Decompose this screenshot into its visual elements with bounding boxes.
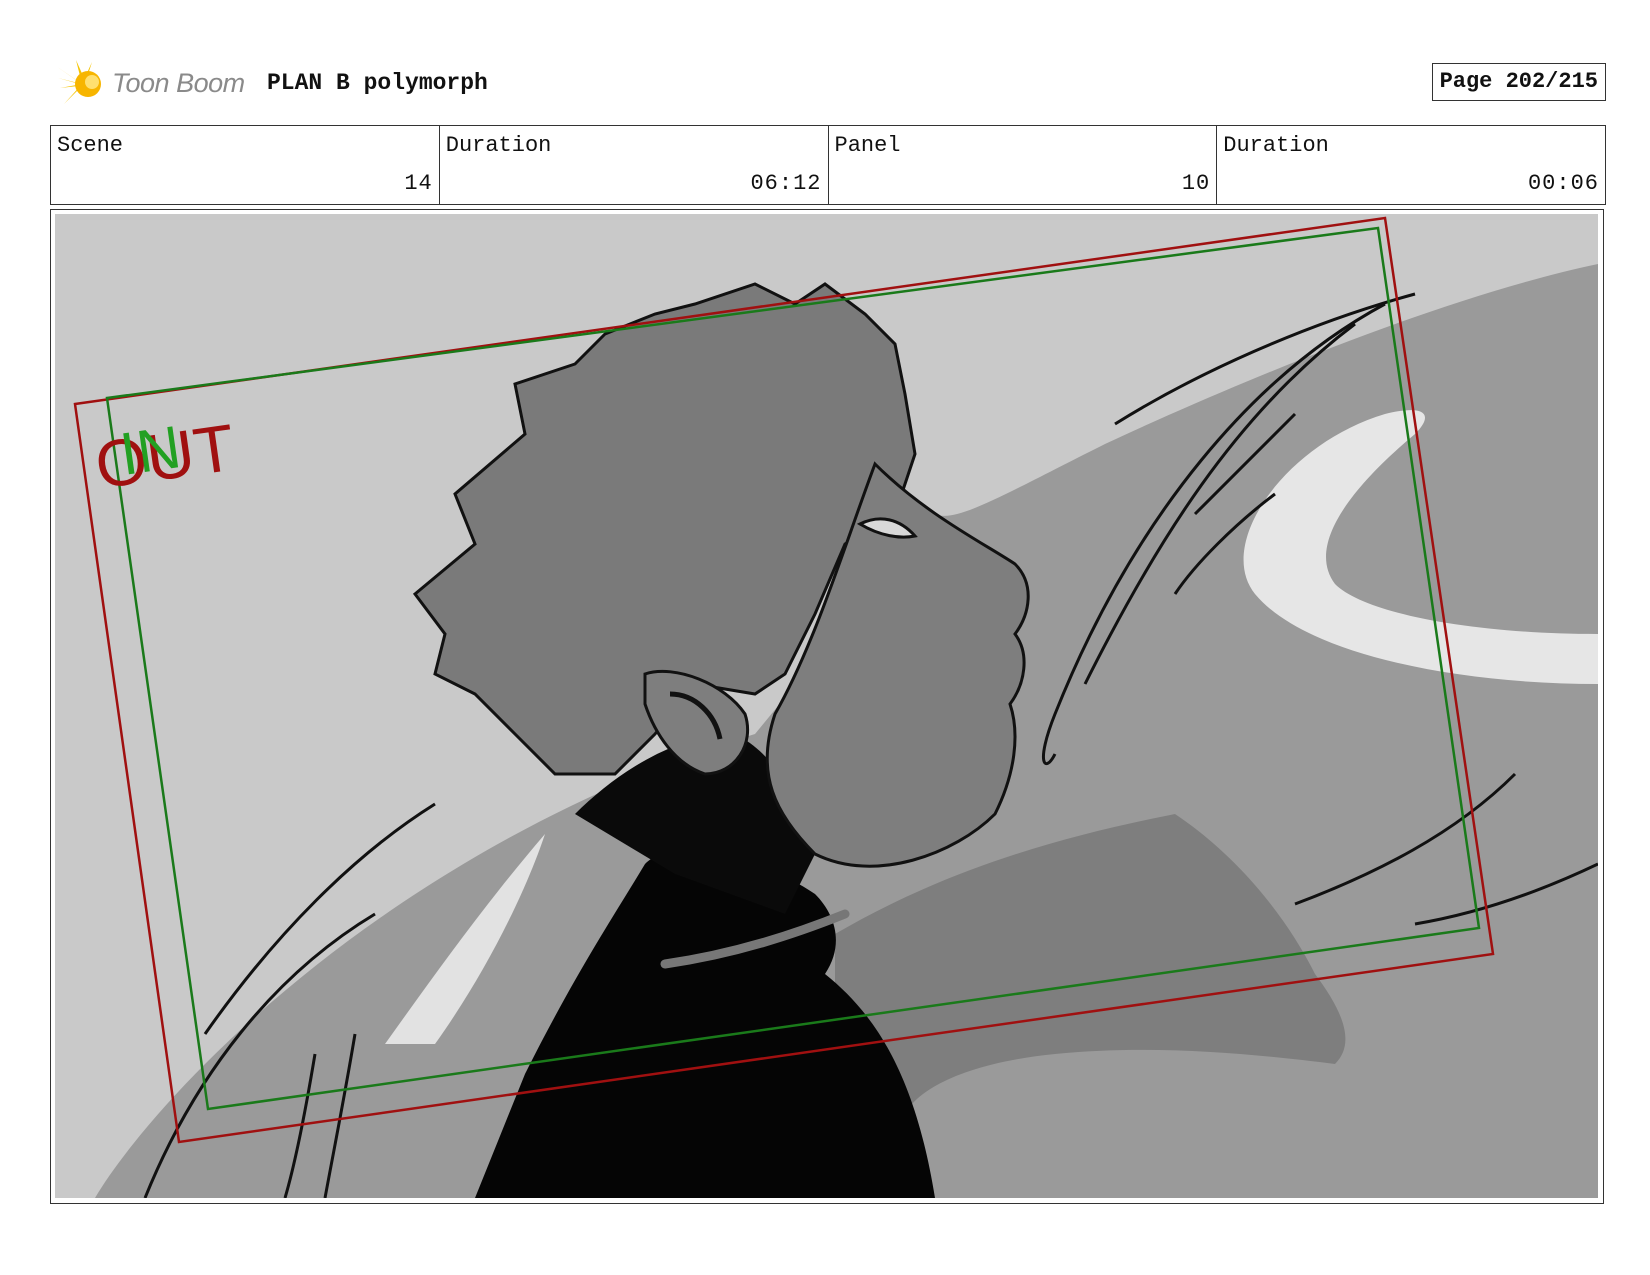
toon-boom-logo: Toon Boom [54,58,254,110]
page-header: Toon Boom PLAN B polymorph Page 202/215 [50,56,1606,112]
page-number: Page 202/215 [1431,63,1606,101]
panel-cell: Panel 10 [829,126,1218,204]
panel-drawing: OUT IN [55,214,1598,1198]
scene-duration-cell: Duration 06:12 [440,126,829,204]
scene-label: Scene [57,133,124,158]
panel-duration-cell: Duration 00:06 [1217,126,1605,204]
starburst-icon [56,60,101,104]
scene-info-table: Scene 14 Duration 06:12 Panel 10 Duratio… [50,125,1606,205]
storyboard-panel: OUT IN [50,209,1604,1204]
scene-value: 14 [404,171,433,196]
scene-cell: Scene 14 [51,126,440,204]
scene-duration-value: 06:12 [750,171,822,196]
project-title: PLAN B polymorph [267,70,488,96]
panel-value: 10 [1181,171,1211,196]
camera-in-label: IN [116,413,185,488]
scene-duration-label: Duration [445,133,552,158]
panel-label: Panel [834,133,901,158]
panel-duration-value: 00:06 [1527,171,1599,196]
panel-duration-label: Duration [1223,133,1329,158]
logo-text: Toon Boom [112,68,245,98]
